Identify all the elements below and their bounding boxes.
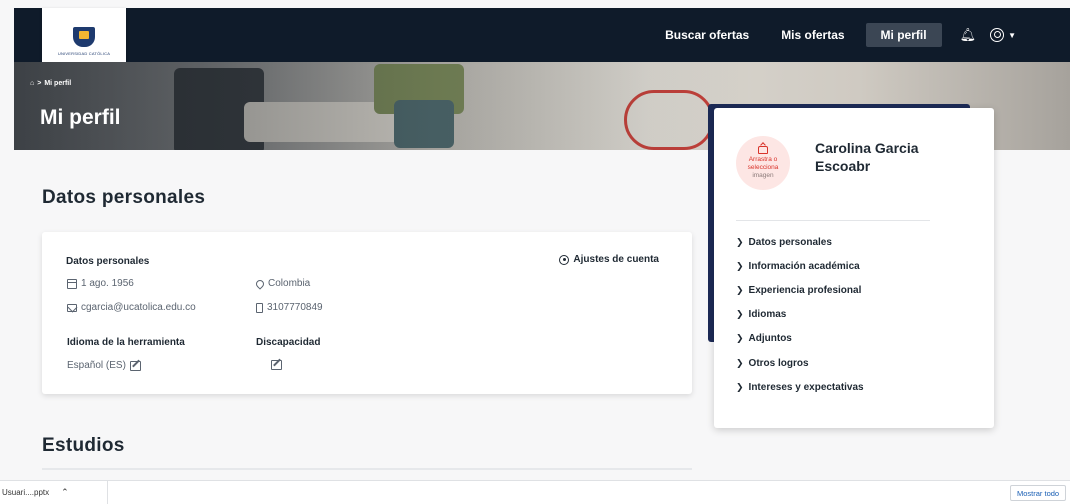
country-field: Colombia (254, 277, 311, 290)
profile-menu-item-experiencia-profesional[interactable]: ❯ Experiencia profesional (736, 278, 864, 302)
menu-item-label: Información académica (748, 260, 860, 272)
calendar-icon (67, 278, 77, 289)
logo-text: UNIVERSIDAD CATÓLICA (57, 50, 111, 56)
bell-icon[interactable]: 🔔︎ (960, 27, 977, 43)
disability-label: Discapacidad (256, 337, 321, 348)
avatar-hint-line1: Arrastra o (748, 156, 778, 163)
birth-date-field: 1 ago. 1956 (67, 278, 134, 289)
chevron-down-icon: ▼ (1008, 30, 1016, 40)
studies-section-title: Estudios (42, 435, 125, 456)
upload-image-icon (758, 146, 768, 154)
profile-menu: ❯ Datos personales ❯ Información académica… (736, 230, 864, 399)
breadcrumb-separator: > (37, 80, 42, 87)
page-title: Mi perfil (40, 106, 121, 129)
panel-divider (736, 220, 930, 221)
profile-menu-item-otros-logros[interactable]: ❯ Otros logros (736, 351, 864, 375)
location-pin-icon (254, 277, 266, 290)
tool-language-label: Idioma de la herramienta (67, 337, 185, 348)
email-value: cgarcia@ucatolica.edu.co (81, 302, 196, 313)
avatar-hint-line2: selecciona (747, 164, 779, 171)
home-icon[interactable]: ⌂ (30, 80, 34, 87)
show-all-downloads-button[interactable]: Mostrar todo (1010, 485, 1067, 501)
chevron-right-icon: ❯ (736, 309, 744, 320)
account-settings-link[interactable]: Ajustes de cuenta (559, 254, 659, 265)
menu-item-label: Datos personales (748, 236, 832, 248)
chevron-right-icon: ❯ (736, 333, 744, 344)
chevron-up-icon[interactable]: ⌃ (61, 487, 69, 498)
profile-name: Carolina Garcia Escoabr (815, 140, 919, 174)
account-settings-label: Ajustes de cuenta (573, 254, 659, 265)
breadcrumb-current: Mi perfil (44, 80, 72, 87)
download-item[interactable]: Usuari....pptx ⌃ (0, 481, 108, 504)
gear-icon (559, 254, 570, 265)
menu-item-label: Adjuntos (748, 333, 792, 345)
nav-link-mis-ofertas[interactable]: Mis ofertas (766, 23, 859, 47)
menu-item-label: Otros logros (748, 357, 809, 369)
phone-value: 3107770849 (267, 302, 323, 313)
personal-data-section-title: Datos personales (42, 187, 206, 208)
tool-language-field: Español (ES) (67, 360, 141, 371)
profile-page: UNIVERSIDAD CATÓLICA Buscar ofertas Mis … (0, 0, 1070, 504)
profile-menu-item-adjuntos[interactable]: ❯ Adjuntos (736, 327, 864, 351)
chevron-right-icon: ❯ (736, 284, 744, 295)
phone-field: 3107770849 (256, 302, 323, 313)
profile-menu-item-intereses-expectativas[interactable]: ❯ Intereses y expectativas (736, 375, 864, 399)
avatar-hint-line3: imagen (752, 172, 774, 179)
mail-icon (67, 303, 77, 312)
chevron-right-icon: ❯ (736, 260, 744, 271)
disability-field (271, 360, 282, 370)
profile-menu-item-idiomas[interactable]: ❯ Idiomas (736, 303, 864, 327)
studies-card-edge (42, 468, 692, 470)
tool-language-value: Español (ES) (67, 360, 126, 371)
menu-item-label: Intereses y expectativas (748, 381, 864, 393)
country-value: Colombia (268, 278, 311, 289)
university-shield-icon (73, 26, 95, 47)
chevron-right-icon: ❯ (736, 236, 744, 247)
profile-menu-item-informacion-academica[interactable]: ❯ Información académica (736, 254, 864, 278)
personal-data-card: Datos personales Ajustes de cuenta 1 ago… (42, 232, 692, 394)
avatar-upload[interactable]: Arrastra o selecciona imagen (736, 136, 790, 190)
nav-links: Buscar ofertas Mis ofertas Mi perfil 🔔︎ … (648, 8, 1016, 62)
email-field: cgarcia@ucatolica.edu.co (67, 302, 196, 313)
download-bar: Usuari....pptx ⌃ Mostrar todo (0, 480, 1070, 504)
breadcrumb: ⌂ > Mi perfil (30, 80, 71, 87)
edit-disability-icon[interactable] (271, 360, 282, 370)
profile-panel: Arrastra o selecciona imagen Carolina Ga… (714, 108, 994, 428)
download-file-name: Usuari....pptx (2, 488, 50, 497)
user-circle-icon (990, 28, 1005, 42)
phone-icon (256, 302, 263, 313)
menu-item-label: Idiomas (748, 309, 787, 321)
chevron-right-icon: ❯ (736, 381, 744, 392)
chevron-right-icon: ❯ (736, 357, 744, 368)
profile-menu-item-datos-personales[interactable]: ❯ Datos personales (736, 230, 864, 254)
card-heading: Datos personales (66, 256, 150, 267)
menu-item-label: Experiencia profesional (748, 284, 862, 296)
nav-link-buscar-ofertas[interactable]: Buscar ofertas (650, 23, 764, 47)
top-navigation: UNIVERSIDAD CATÓLICA Buscar ofertas Mis … (14, 8, 1070, 74)
edit-language-icon[interactable] (129, 360, 141, 371)
birth-date-value: 1 ago. 1956 (81, 278, 134, 289)
user-menu[interactable]: ▼ (990, 28, 1016, 42)
nav-link-mi-perfil[interactable]: Mi perfil (865, 23, 942, 47)
